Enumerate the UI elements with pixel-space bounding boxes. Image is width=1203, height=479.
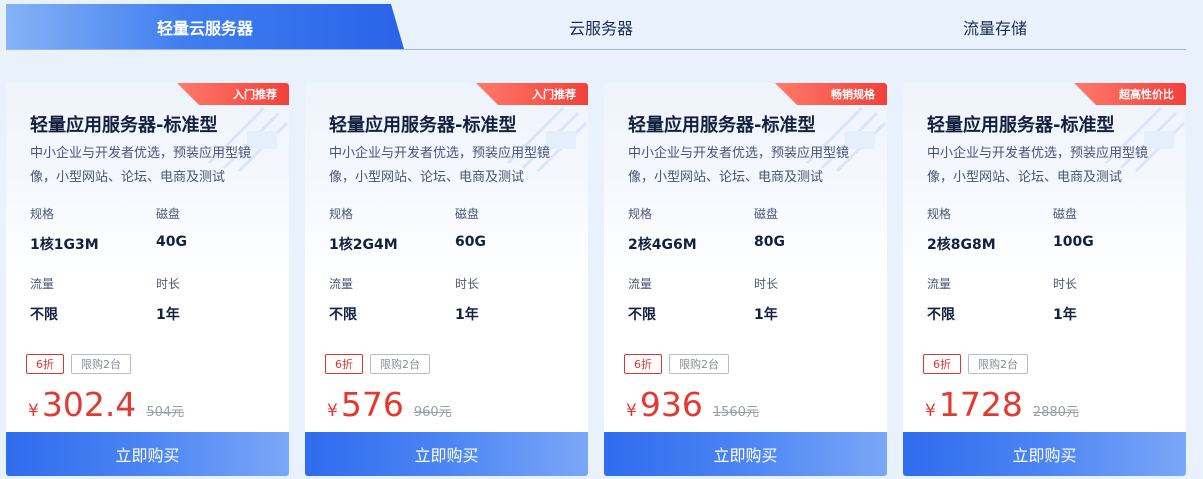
disk-value: 60G [455,234,486,250]
duration-label: 时长 [156,277,181,291]
duration-value: 1年 [1053,307,1077,323]
purchase-limit-tag: 限购2台 [71,354,131,374]
duration-value: 1年 [754,307,778,323]
currency-symbol: ¥ [28,401,39,421]
disk-value: 100G [1053,234,1094,250]
traffic-value: 不限 [30,307,58,323]
duration-value: 1年 [156,307,180,323]
price-row: ¥ 1728 2880元 [925,385,1079,425]
buy-now-button[interactable]: 立即购买 [305,432,588,476]
discount-tag: 6折 [923,354,961,374]
disk-label: 磁盘 [1053,207,1078,221]
price: 302.4 [41,385,137,424]
product-description: 中小企业与开发者优选，预装应用型镜像，小型网站、论坛、电商及测试 [30,146,252,185]
traffic-label: 流量 [329,277,354,291]
traffic-label: 流量 [927,277,952,291]
discount-tag: 6折 [26,354,64,374]
price: 576 [340,385,404,424]
disk-value: 80G [754,234,785,250]
discount-tag: 6折 [325,354,363,374]
product-title: 轻量应用服务器-标准型 [30,115,218,136]
product-card: 畅销规格 轻量应用服务器-标准型 中小企业与开发者优选，预装应用型镜像，小型网站… [604,83,887,476]
disk-label: 磁盘 [754,207,779,221]
spec-label: 规格 [329,207,354,221]
original-price: 2880元 [1032,405,1079,420]
purchase-limit-tag: 限购2台 [968,354,1028,374]
traffic-value: 不限 [329,307,357,323]
price: 1728 [938,385,1023,424]
price-row: ¥ 576 960元 [327,385,452,425]
tab-traffic-storage[interactable]: 流量存储 [798,4,1192,49]
spec-value: 2核4G6M [628,237,697,253]
price-row: ¥ 302.4 504元 [28,385,184,425]
buy-now-button[interactable]: 立即购买 [903,432,1186,476]
discount-tag: 6折 [624,354,662,374]
product-description: 中小企业与开发者优选，预装应用型镜像，小型网站、论坛、电商及测试 [927,146,1149,185]
product-card: 入门推荐 轻量应用服务器-标准型 中小企业与开发者优选，预装应用型镜像，小型网站… [305,83,588,476]
spec-value: 2核8G8M [927,237,996,253]
duration-label: 时长 [1053,277,1078,291]
spec-label: 规格 [628,207,653,221]
product-card: 超高性价比 轻量应用服务器-标准型 中小企业与开发者优选，预装应用型镜像，小型网… [903,83,1186,476]
traffic-label: 流量 [628,277,653,291]
currency-symbol: ¥ [626,401,637,421]
duration-label: 时长 [455,277,480,291]
spec-value: 1核2G4M [329,237,398,253]
currency-symbol: ¥ [327,401,338,421]
disk-label: 磁盘 [455,207,480,221]
traffic-label: 流量 [30,277,55,291]
currency-symbol: ¥ [925,401,936,421]
original-price: 504元 [146,405,185,420]
tab-lightweight-server[interactable]: 轻量云服务器 [6,4,404,49]
product-title: 轻量应用服务器-标准型 [628,115,816,136]
product-tabs: 轻量云服务器 云服务器 流量存储 [6,4,1186,50]
tab-cloud-server[interactable]: 云服务器 [404,4,798,49]
original-price: 960元 [413,405,452,420]
product-title: 轻量应用服务器-标准型 [927,115,1115,136]
spec-label: 规格 [30,207,55,221]
duration-label: 时长 [754,277,779,291]
purchase-limit-tag: 限购2台 [370,354,430,374]
disk-label: 磁盘 [156,207,181,221]
original-price: 1560元 [712,405,759,420]
disk-value: 40G [156,234,187,250]
spec-value: 1核1G3M [30,237,99,253]
price-row: ¥ 936 1560元 [626,385,759,425]
purchase-limit-tag: 限购2台 [669,354,729,374]
product-card: 入门推荐 轻量应用服务器-标准型 中小企业与开发者优选，预装应用型镜像，小型网站… [6,83,289,476]
duration-value: 1年 [455,307,479,323]
product-description: 中小企业与开发者优选，预装应用型镜像，小型网站、论坛、电商及测试 [329,146,551,185]
traffic-value: 不限 [628,307,656,323]
spec-label: 规格 [927,207,952,221]
buy-now-button[interactable]: 立即购买 [604,432,887,476]
traffic-value: 不限 [927,307,955,323]
product-description: 中小企业与开发者优选，预装应用型镜像，小型网站、论坛、电商及测试 [628,146,850,185]
price: 936 [639,385,703,424]
product-title: 轻量应用服务器-标准型 [329,115,517,136]
buy-now-button[interactable]: 立即购买 [6,432,289,476]
